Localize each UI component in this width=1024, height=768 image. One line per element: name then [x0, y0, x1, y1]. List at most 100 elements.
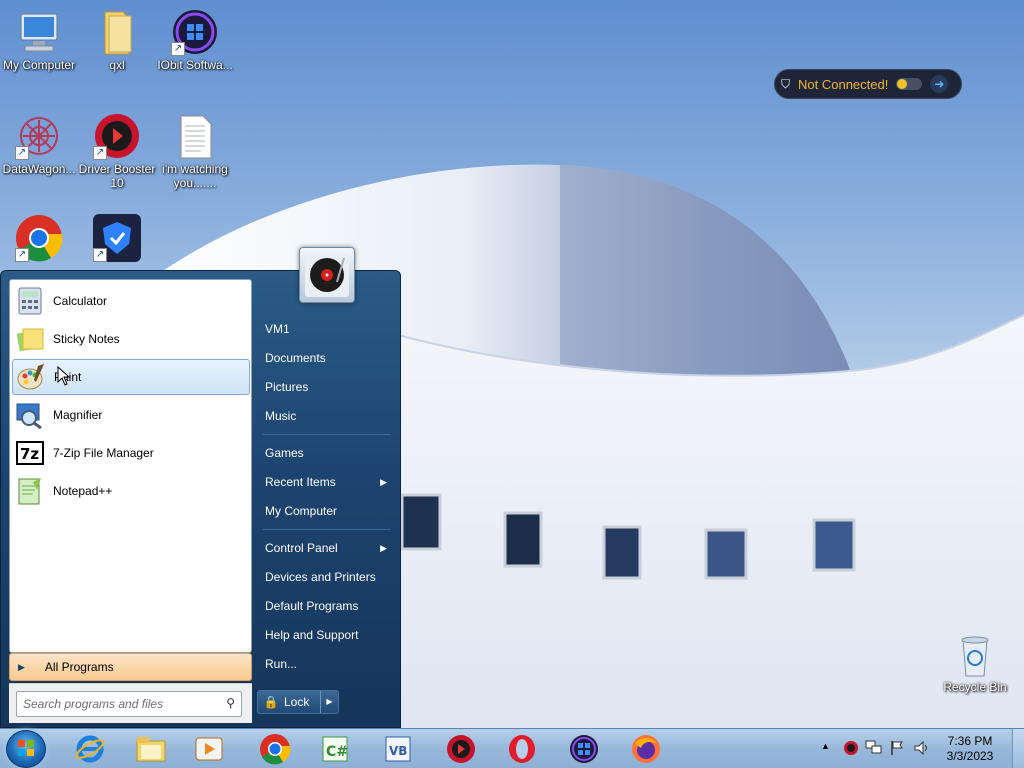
- internet-explorer-icon: [75, 735, 105, 763]
- calculator-icon: [15, 286, 45, 316]
- desktop-icon-iobit[interactable]: ↗ IObit Softwa...: [156, 8, 234, 72]
- desktop-icon-label: i'm watching you.......: [162, 162, 228, 190]
- windows-logo-icon: [18, 740, 34, 756]
- start-item-vm1[interactable]: VM1: [255, 316, 395, 342]
- start-item-pictures[interactable]: Pictures: [255, 374, 395, 400]
- driver-booster-icon: [447, 735, 475, 763]
- desktop-icon-recycle-bin[interactable]: Recycle Bin: [936, 630, 1014, 694]
- taskbar-opera[interactable]: [494, 732, 550, 766]
- shutdown-options-arrow-icon[interactable]: ▶: [320, 691, 338, 713]
- desktop-icon-vpn[interactable]: ↗: [78, 214, 156, 264]
- lock-button[interactable]: 🔒 Lock ▶: [257, 690, 339, 714]
- shortcut-arrow-icon: ↗: [15, 146, 29, 160]
- clock-time: 7:36 PM: [947, 734, 993, 748]
- start-item-control-panel[interactable]: Control Panel ▶: [255, 535, 395, 561]
- program-calculator[interactable]: Calculator: [12, 283, 250, 319]
- shortcut-arrow-icon: ↗: [93, 248, 107, 262]
- desktop-icon-datawagon[interactable]: ↗ DataWagon...: [0, 112, 78, 176]
- vpn-app-icon: ↗: [93, 214, 141, 262]
- user-picture[interactable]: [299, 247, 355, 303]
- start-item-label: Documents: [265, 351, 326, 365]
- start-item-label: Help and Support: [265, 628, 359, 642]
- volume-icon[interactable]: [913, 740, 931, 756]
- start-item-label: Pictures: [265, 380, 309, 394]
- network-icon[interactable]: [865, 740, 883, 756]
- show-desktop-button[interactable]: [1012, 729, 1024, 768]
- program-magnifier[interactable]: Magnifier: [12, 397, 250, 433]
- chrome-icon: ↗: [15, 214, 63, 262]
- notepadpp-icon: [15, 476, 45, 506]
- start-item-documents[interactable]: Documents: [255, 345, 395, 371]
- vpn-shield-icon: ⛉: [781, 76, 791, 91]
- arrow-right-icon: ▶: [18, 661, 25, 672]
- start-item-label: Control Panel: [265, 541, 338, 555]
- clock[interactable]: 7:36 PM 3/3/2023: [935, 734, 1005, 764]
- program-label: Magnifier: [53, 408, 103, 422]
- vpn-toggle[interactable]: [896, 78, 923, 90]
- csharp-icon: C#: [322, 736, 348, 762]
- desktop-icon-chrome[interactable]: ↗: [0, 214, 78, 264]
- system-tray: ▲ 7:36 PM 3/3/2023: [815, 729, 1024, 768]
- desktop-icon-text-file[interactable]: i'm watching you.......: [156, 112, 234, 190]
- taskbar-file-explorer[interactable]: [123, 732, 179, 766]
- taskbar-csharp[interactable]: C#: [308, 732, 364, 766]
- taskbar-driver-booster[interactable]: [433, 732, 489, 766]
- action-center-flag-icon[interactable]: [889, 740, 905, 756]
- search-icon[interactable]: ⚲: [226, 696, 235, 710]
- taskbar-vb[interactable]: VB: [371, 732, 427, 766]
- start-item-my-computer[interactable]: My Computer: [255, 498, 395, 524]
- vpn-status-text: Not Connected!: [798, 76, 889, 92]
- start-item-devices-printers[interactable]: Devices and Printers: [255, 564, 395, 590]
- start-button[interactable]: [6, 730, 46, 768]
- taskbar-internet-explorer[interactable]: [62, 732, 118, 766]
- desktop-icon-label: qxl: [109, 58, 125, 72]
- program-label: 7-Zip File Manager: [53, 446, 154, 460]
- media-player-icon: [195, 737, 223, 761]
- svg-text:C#: C#: [326, 744, 348, 760]
- program-notepadpp[interactable]: Notepad++: [12, 473, 250, 509]
- taskbar-firefox[interactable]: [618, 732, 674, 766]
- program-paint[interactable]: Paint: [12, 359, 250, 395]
- vpn-status-widget[interactable]: ⛉ Not Connected! ➜: [774, 69, 962, 99]
- program-label: Notepad++: [53, 484, 113, 498]
- search-placeholder: Search programs and files: [23, 697, 164, 711]
- desktop-icon-qxl[interactable]: qxl: [78, 8, 156, 72]
- start-item-default-programs[interactable]: Default Programs: [255, 593, 395, 619]
- opera-icon: [509, 735, 535, 763]
- search-input[interactable]: Search programs and files ⚲: [16, 691, 242, 717]
- show-hidden-icons-arrow-icon[interactable]: ▲: [821, 741, 830, 751]
- program-list: Calculator Sticky Notes Paint Magnifier …: [9, 279, 252, 653]
- start-item-music[interactable]: Music: [255, 403, 395, 429]
- start-item-label: Recent Items: [265, 475, 336, 489]
- program-7zip[interactable]: 7z 7-Zip File Manager: [12, 435, 250, 471]
- mouse-cursor-icon: [57, 366, 71, 386]
- start-item-label: Default Programs: [265, 599, 359, 613]
- all-programs-label: All Programs: [44, 660, 114, 674]
- start-item-run[interactable]: Run...: [255, 651, 395, 677]
- taskbar-media-player[interactable]: [181, 732, 237, 766]
- taskbar-iobit[interactable]: [556, 732, 612, 766]
- tray-driver-booster-icon[interactable]: [843, 740, 859, 756]
- start-item-help-support[interactable]: Help and Support: [255, 622, 395, 648]
- submenu-arrow-icon: ▶: [380, 477, 387, 487]
- start-item-recent-items[interactable]: Recent Items ▶: [255, 469, 395, 495]
- start-menu: Calculator Sticky Notes Paint Magnifier …: [0, 247, 401, 728]
- taskbar-chrome[interactable]: [247, 732, 303, 766]
- program-sticky-notes[interactable]: Sticky Notes: [12, 321, 250, 357]
- iobit-icon: [570, 735, 598, 763]
- folder-icon: [93, 8, 141, 56]
- all-programs-button[interactable]: ▶ All Programs: [9, 653, 252, 681]
- desktop-icon-driver-booster[interactable]: ↗ Driver Booster 10: [78, 112, 156, 190]
- menu-separator: [263, 529, 391, 530]
- sticky-notes-icon: [15, 324, 45, 354]
- shortcut-arrow-icon: ↗: [93, 146, 107, 160]
- start-item-label: Run...: [265, 657, 298, 671]
- start-item-games[interactable]: Games: [255, 440, 395, 466]
- datawagon-icon: ↗: [15, 112, 63, 160]
- 7zip-icon: 7z: [15, 438, 45, 468]
- vpn-connect-arrow-icon[interactable]: ➜: [930, 75, 949, 93]
- submenu-arrow-icon: ▶: [380, 543, 387, 553]
- start-item-label: VM1: [265, 322, 290, 336]
- desktop-icon-label: Recycle Bin: [943, 680, 1007, 694]
- desktop-icon-my-computer[interactable]: My Computer: [0, 8, 78, 72]
